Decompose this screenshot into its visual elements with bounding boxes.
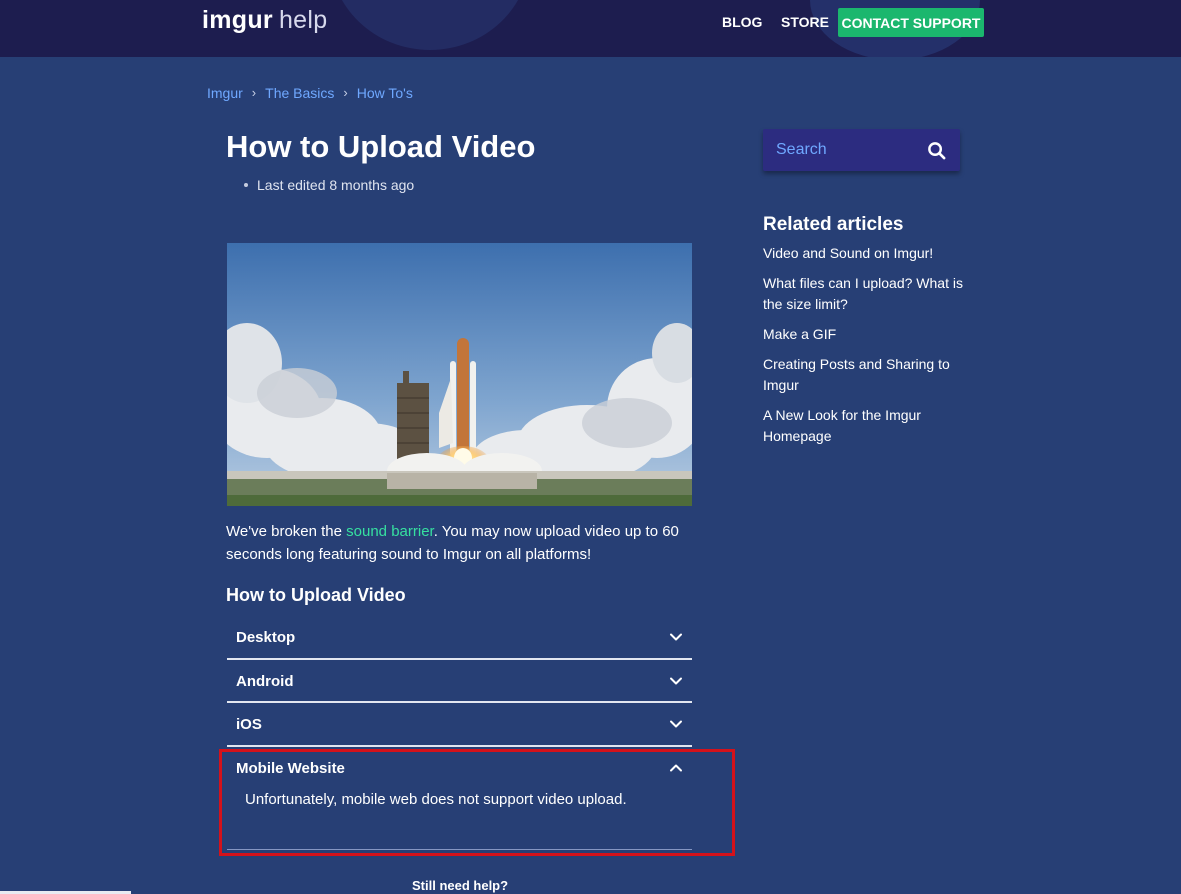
- nav-store-link[interactable]: STORE: [781, 14, 829, 30]
- breadcrumb-imgur[interactable]: Imgur: [207, 85, 243, 101]
- accordion-android[interactable]: Android: [227, 670, 692, 703]
- accordion-desktop[interactable]: Desktop: [227, 626, 692, 660]
- top-header: imgur help BLOG STORE CONTACT SUPPORT: [0, 0, 1181, 57]
- logo-sub: help: [278, 6, 328, 34]
- imgur-help-logo[interactable]: imgur help: [202, 4, 327, 36]
- section-title: How to Upload Video: [226, 585, 406, 605]
- bullet-icon: [244, 183, 248, 187]
- page-title: How to Upload Video: [226, 129, 536, 164]
- search-icon[interactable]: [927, 141, 946, 160]
- last-edited-text: Last edited 8 months ago: [257, 177, 415, 193]
- intro-paragraph: We've broken the sound barrier. You may …: [226, 520, 696, 566]
- breadcrumb-how-tos[interactable]: How To's: [357, 85, 413, 101]
- related-articles-list: Video and Sound on Imgur! What files can…: [763, 243, 963, 456]
- accordion-label: Desktop: [236, 628, 296, 646]
- related-article-link[interactable]: Video and Sound on Imgur!: [763, 243, 963, 264]
- accordion-header[interactable]: iOS: [227, 713, 692, 735]
- nav-blog-link[interactable]: BLOG: [722, 14, 762, 30]
- accordion-label: iOS: [236, 715, 262, 733]
- related-article-link[interactable]: What files can I upload? What is the siz…: [763, 273, 963, 315]
- still-need-help-text: Still need help?: [412, 878, 509, 893]
- accordion-header[interactable]: Desktop: [227, 626, 692, 648]
- logo-brand: imgur: [202, 6, 273, 34]
- accordion-label: Android: [236, 672, 294, 690]
- accordion-header[interactable]: Android: [227, 670, 692, 692]
- breadcrumb-the-basics[interactable]: The Basics: [265, 85, 334, 101]
- breadcrumb-separator: ›: [343, 85, 348, 100]
- related-article-link[interactable]: A New Look for the Imgur Homepage: [763, 405, 963, 447]
- contact-support-button[interactable]: CONTACT SUPPORT: [838, 8, 984, 37]
- chevron-down-icon[interactable]: [669, 717, 683, 731]
- search-input[interactable]: [776, 141, 906, 159]
- chevron-down-icon[interactable]: [669, 630, 683, 644]
- article-meta: Last edited 8 months ago: [244, 177, 414, 193]
- sound-barrier-link[interactable]: sound barrier: [346, 523, 434, 540]
- breadcrumb-separator: ›: [251, 85, 257, 100]
- chevron-down-icon[interactable]: [669, 674, 683, 688]
- search-box: [763, 129, 960, 171]
- breadcrumb: Imgur › The Basics › How To's: [207, 85, 413, 101]
- intro-text: We've broken the: [226, 523, 347, 540]
- related-articles-heading: Related articles: [763, 214, 904, 235]
- accordion-ios[interactable]: iOS: [227, 713, 692, 747]
- header-decoration: [330, 0, 530, 50]
- related-article-link[interactable]: Make a GIF: [763, 324, 963, 345]
- article-hero-image: [227, 243, 692, 506]
- related-article-link[interactable]: Creating Posts and Sharing to Imgur: [763, 354, 963, 396]
- highlight-box: [219, 749, 735, 856]
